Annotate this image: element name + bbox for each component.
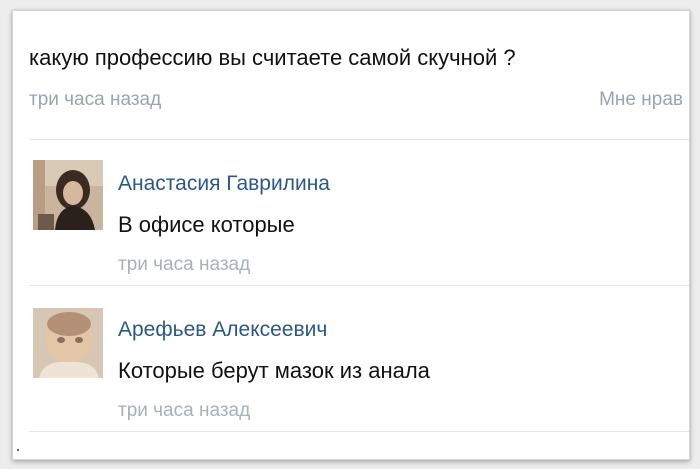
comment-timestamp[interactable]: три часа назад — [118, 254, 250, 276]
avatar-photo — [33, 160, 103, 230]
comment-author[interactable]: Арефьев Алексеевич — [118, 318, 327, 342]
comment-author[interactable]: Анастасия Гаврилина — [118, 172, 330, 196]
post: какую профессию вы считаете самой скучно… — [13, 11, 689, 139]
comment-timestamp[interactable]: три часа назад — [118, 400, 250, 422]
post-timestamp[interactable]: три часа назад — [29, 89, 161, 111]
post-card: какую профессию вы считаете самой скучно… — [12, 10, 690, 460]
dot-mark — [17, 449, 19, 451]
divider — [29, 431, 689, 432]
comment-text: В офисе которые — [118, 212, 295, 237]
comment-text: Которые берут мазок из анала — [118, 358, 430, 383]
post-text: какую профессию вы считаете самой скучно… — [29, 45, 516, 70]
comment-item: Арефьев Алексеевич Которые берут мазок и… — [13, 286, 689, 426]
avatar[interactable] — [33, 160, 103, 230]
comment-item: Анастасия Гаврилина В офисе которые три … — [13, 140, 689, 280]
like-link[interactable]: Мне нрав — [599, 89, 683, 111]
avatar[interactable] — [33, 308, 103, 378]
avatar-photo — [33, 308, 103, 378]
